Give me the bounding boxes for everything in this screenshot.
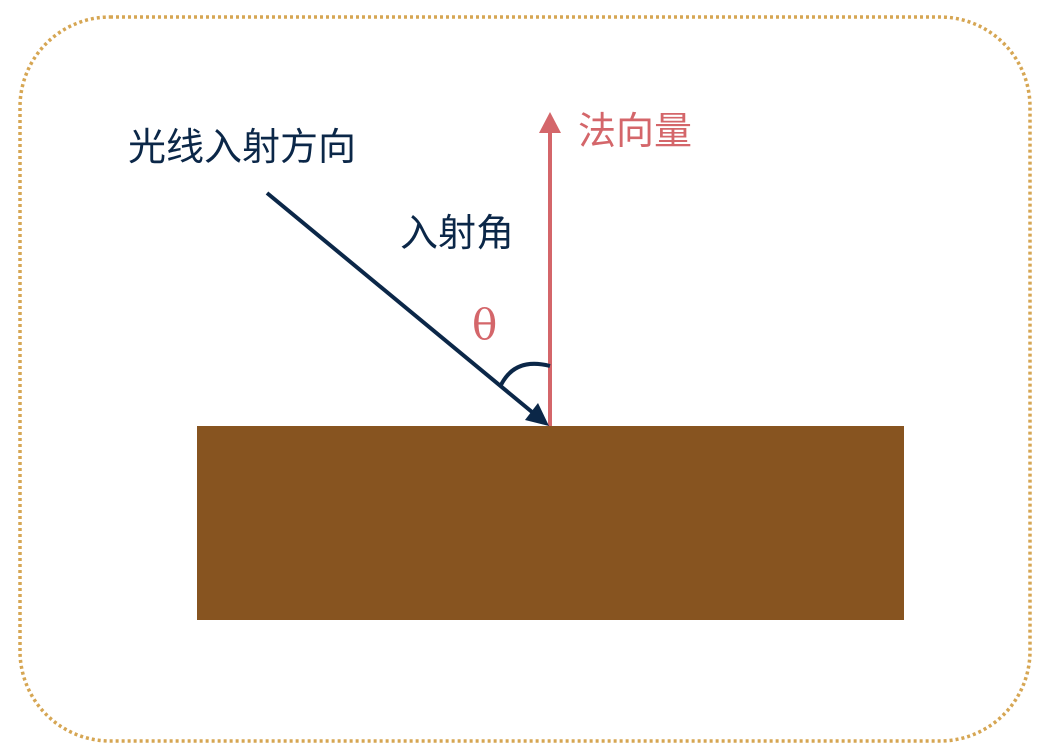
theta-symbol: θ	[472, 300, 498, 349]
normal-vector-label: 法向量	[578, 109, 693, 153]
light-ray-arrowhead	[525, 403, 549, 426]
light-direction-label: 光线入射方向	[128, 125, 357, 169]
surface-block	[197, 426, 904, 620]
incident-angle-arc	[499, 361, 551, 386]
normal-vector-arrowhead	[539, 112, 561, 133]
optics-diagram	[18, 15, 1032, 743]
incident-angle-label: 入射角	[400, 211, 515, 255]
